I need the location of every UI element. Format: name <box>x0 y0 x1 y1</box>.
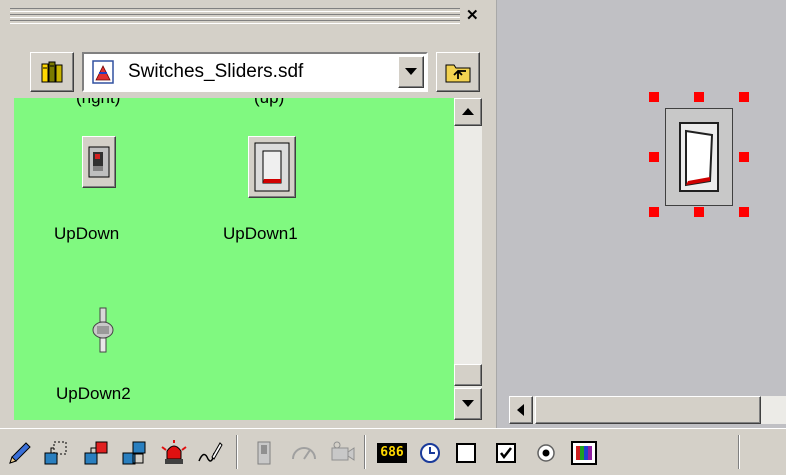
tool-numeric-display-button[interactable]: 686 <box>374 437 410 469</box>
link-group-icon <box>122 441 146 465</box>
tool-checkbox-button[interactable] <box>490 437 522 469</box>
tool-camera-button[interactable] <box>326 437 358 469</box>
drawing-canvas[interactable] <box>496 0 786 428</box>
square-icon <box>456 443 476 463</box>
tool-color-button[interactable] <box>568 437 600 469</box>
symbol-label: UpDown <box>54 224 120 243</box>
scroll-left-button[interactable] <box>509 396 533 424</box>
palette-vertical-scrollbar[interactable] <box>454 98 482 420</box>
symbol-label: UpDown1 <box>223 224 298 243</box>
symbol-thumbnail <box>88 304 118 358</box>
tool-select-link-button[interactable] <box>40 437 72 469</box>
toolbar-separator <box>364 435 366 469</box>
triangle-up-icon <box>462 108 474 115</box>
panel-grip-line[interactable] <box>10 14 460 18</box>
link-select-icon <box>44 441 67 465</box>
rocker-switch-icon <box>679 122 719 192</box>
toolbar-separator <box>236 435 238 469</box>
clock-icon <box>420 443 440 463</box>
selection-handle[interactable] <box>739 92 749 102</box>
toolbar-separator <box>738 435 740 469</box>
link-red-icon <box>84 441 108 465</box>
canvas-horizontal-scrollbar[interactable] <box>509 396 786 424</box>
tool-connect-button[interactable] <box>80 437 112 469</box>
file-dropdown-button[interactable] <box>398 56 424 88</box>
symbol-file-name: Switches_Sliders.sdf <box>128 61 304 82</box>
symbol-file-icon <box>92 60 114 84</box>
numeric-display-icon: 686 <box>377 443 407 463</box>
symbol-label: UpDown2 <box>56 384 131 403</box>
selection-handle[interactable] <box>649 152 659 162</box>
signature-pen-icon <box>198 442 223 462</box>
symbol-caption-partial: (up) <box>254 98 284 108</box>
selection-handle[interactable] <box>739 207 749 217</box>
symbol-item-updown[interactable]: UpDown <box>54 134 164 248</box>
triangle-left-icon <box>517 404 524 416</box>
scroll-down-button[interactable] <box>454 388 482 420</box>
up-folder-button[interactable] <box>436 52 480 92</box>
color-picture-icon <box>571 441 597 465</box>
scrollbar-thumb[interactable] <box>454 364 482 386</box>
triangle-down-icon <box>462 400 474 407</box>
toggle-switch-icon <box>88 146 110 178</box>
checkbox-icon <box>496 443 516 463</box>
selection-handle[interactable] <box>649 207 659 217</box>
symbol-caption-partial: (right) <box>76 98 120 108</box>
selection-handle[interactable] <box>694 92 704 102</box>
toggle-lever-icon <box>92 307 114 353</box>
scrollbar-thumb[interactable] <box>535 396 761 424</box>
camera-disabled-icon <box>331 441 355 461</box>
books-icon <box>41 61 63 83</box>
alarm-beacon-icon <box>161 440 187 464</box>
selection-handle[interactable] <box>694 207 704 217</box>
symbol-thumbnail <box>82 136 116 188</box>
tool-gauge-button[interactable] <box>288 437 320 469</box>
symbol-item-updown2[interactable]: UpDown2 <box>50 298 170 412</box>
folder-up-icon <box>445 64 471 83</box>
gauge-disabled-icon <box>292 447 316 460</box>
tool-trend-button[interactable] <box>194 437 226 469</box>
scroll-up-button[interactable] <box>454 98 482 126</box>
tool-pen-button[interactable] <box>4 437 36 469</box>
triangle-down-icon <box>405 68 417 75</box>
panel-grip-line[interactable] <box>10 8 460 12</box>
tool-clock-button[interactable] <box>414 437 446 469</box>
symbol-list: (right) (up) UpDown UpDown <box>14 98 454 420</box>
panel-grip-line[interactable] <box>10 20 460 24</box>
tool-alarm-button[interactable] <box>158 437 190 469</box>
pen-icon <box>9 442 31 464</box>
tool-radio-button[interactable] <box>530 437 562 469</box>
rocker-switch-icon <box>254 142 290 192</box>
tool-rectangle-button[interactable] <box>450 437 482 469</box>
close-icon[interactable]: ✕ <box>466 6 479 26</box>
selected-rocker-switch[interactable] <box>665 108 733 206</box>
symbol-palette-panel: ✕ Switches_Sliders.sdf (right) (up) <box>0 0 496 428</box>
symbol-item-updown1[interactable]: UpDown1 <box>220 134 340 248</box>
switch-disabled-icon <box>257 441 271 465</box>
radio-button-icon <box>537 444 555 462</box>
symbol-thumbnail <box>248 136 296 198</box>
tools-toolbar: 686 <box>0 428 786 475</box>
tool-group-button[interactable] <box>118 437 150 469</box>
symbol-file-selector[interactable]: Switches_Sliders.sdf <box>82 52 428 92</box>
tool-switch-button[interactable] <box>248 437 280 469</box>
selection-handle[interactable] <box>649 92 659 102</box>
library-books-button[interactable] <box>30 52 74 92</box>
selection-handle[interactable] <box>739 152 749 162</box>
